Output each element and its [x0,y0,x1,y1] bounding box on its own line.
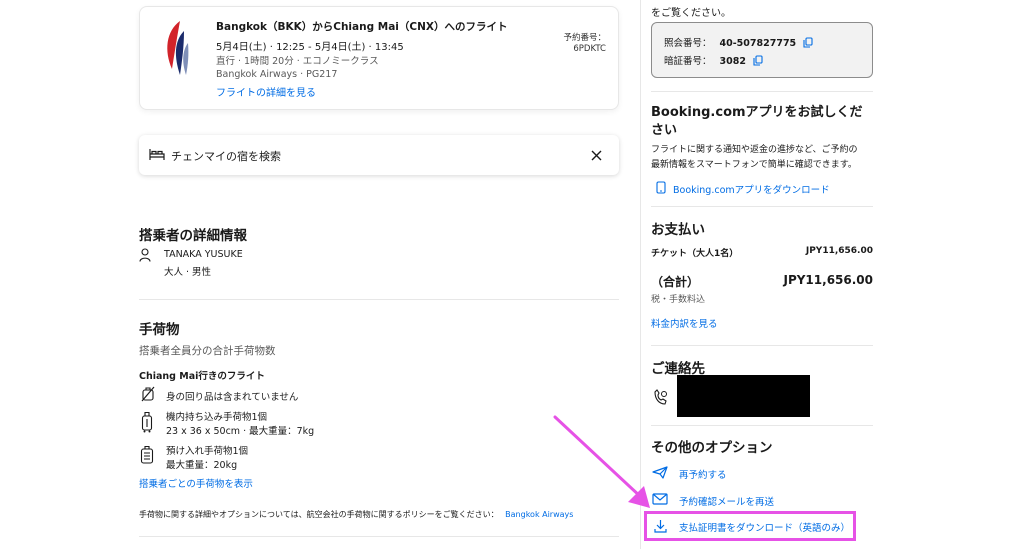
flight-duration-class: 直行 · 1時間 20分 · エコノミークラス [216,56,379,67]
checked-bag-icon [140,445,154,464]
contact-heading: ご連絡先 [651,361,705,377]
resend-confirmation-email-link[interactable]: 予約確認メールを再送 [679,494,774,508]
baggage-policy-note: 手荷物に関する詳細やオプションについては、航空会社の手荷物に関するポリシーをご覧… [139,509,573,520]
phone-email-icon [654,389,667,405]
section-divider [651,91,873,92]
pin-value: 3082 [719,56,746,67]
smartphone-icon [656,181,666,194]
checked-bag-title: 預け入れ手荷物1個 [166,446,249,457]
carry-on-title: 機内持ち込み手荷物1個 [166,412,268,423]
total-label: （合計） [651,275,700,289]
flight-details-link[interactable]: フライトの詳細を見る [216,84,316,99]
section-divider [651,425,873,426]
carry-on-detail: 23 x 36 x 50cm · 最大重量：7kg [166,426,315,437]
app-text-line1: フライトに関する通知や返金の進捗など、ご予約の [651,145,858,155]
person-icon [139,248,151,262]
confirmation-number-row: 照会番号： 40-507827775 [664,35,813,49]
flight-schedule: 5月4日(土) · 12:25 - 5月4日(土) · 13:45 [216,42,404,53]
app-text-line2: 最新情報をスマートフォンで簡単に確認できます。 [651,160,857,170]
pin-row: 暗証番号： 3082 [664,53,763,67]
pin-label: 暗証番号： [664,56,712,67]
annotation-highlight-box [644,511,856,541]
total-value: JPY11,656.00 [783,273,873,287]
confirmation-number-value: 40-507827775 [719,38,797,49]
bed-icon [149,149,165,160]
app-heading-line1: Booking.comアプリをお試しくだ [651,105,863,120]
confirmation-number-label: 照会番号： [664,38,712,49]
bangkok-airways-logo [167,21,189,75]
app-heading-line2: さい [651,123,678,138]
copy-icon[interactable] [803,37,813,48]
per-passenger-baggage-link[interactable]: 搭乗者ごとの手荷物を表示 [139,476,253,490]
passengers-heading: 搭乗者の詳細情報 [139,228,247,244]
baggage-flight-title: Chiang Mai行きのフライト [139,371,265,382]
tax-note: 税・手数料込 [651,295,706,305]
confirmation-box: 照会番号： 40-507827775 暗証番号： 3082 [651,22,873,78]
app-download-link[interactable]: Booking.comアプリをダウンロード [673,182,830,196]
passenger-name: TANAKA YUSUKE [164,249,243,260]
baggage-subtitle: 搭乗者全員分の合計手荷物数 [139,345,276,357]
close-icon[interactable] [591,150,602,161]
section-divider [139,299,619,300]
sidebar-intro-tail: をご覧ください。 [651,8,731,19]
section-divider [139,536,619,537]
price-breakdown-link[interactable]: 料金内訳を見る [651,316,718,330]
copy-icon[interactable] [753,55,763,66]
section-divider [651,206,873,207]
rebook-link[interactable]: 再予約する [679,467,727,481]
section-divider [651,345,873,346]
carry-on-bag-icon [141,411,153,433]
ticket-label: チケット（大人1名） [651,249,739,259]
baggage-policy-text: 手荷物に関する詳細やオプションについては、航空会社の手荷物に関するポリシーをご覧… [139,510,499,519]
flight-route: Bangkok（BKK）からChiang Mai（CNX）へのフライト [216,21,508,33]
other-options-heading: その他のオプション [651,440,773,456]
accommodation-search-label: チェンマイの宿を検索 [171,150,281,163]
payment-heading: お支払い [651,222,705,238]
no-personal-item-icon [141,386,155,402]
baggage-heading: 手荷物 [139,322,180,338]
accommodation-search-bar[interactable]: チェンマイの宿を検索 [139,135,619,175]
annotation-arrow [553,415,650,508]
ticket-value: JPY11,656.00 [805,246,873,256]
booking-ref-label: 予約番号： [563,33,606,43]
flight-airline-number: Bangkok Airways · PG217 [216,69,338,80]
flight-card: Bangkok（BKK）からChiang Mai（CNX）へのフライト 5月4日… [139,6,619,110]
booking-ref-value: 6PDKTC [573,44,606,54]
personal-item-text: 身の回り品は含まれていません [166,392,299,403]
checked-bag-detail: 最大重量：20kg [166,460,238,471]
redacted-contact-info [677,375,810,417]
passenger-detail: 大人 · 男性 [164,267,212,278]
